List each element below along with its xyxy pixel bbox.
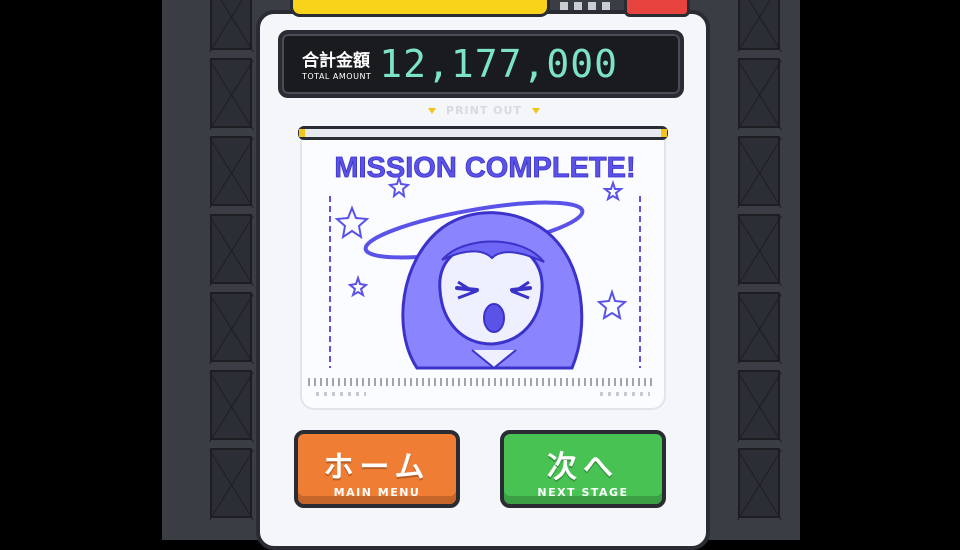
total-amount-value: 12,177,000 xyxy=(379,42,618,86)
star-icon xyxy=(334,205,370,240)
star-icon xyxy=(596,288,628,321)
main-menu-button-label-en: MAIN MENU xyxy=(333,486,421,499)
total-amount-label-jp: 合計金額 xyxy=(302,51,370,71)
printout-dots-right xyxy=(600,392,650,396)
total-amount-label-en: TOTAL AMOUNT xyxy=(302,72,372,81)
crate xyxy=(210,292,252,362)
crate xyxy=(738,136,780,206)
star-icon xyxy=(602,179,624,202)
crate xyxy=(210,370,252,440)
crate xyxy=(738,214,780,284)
top-red-tab xyxy=(624,0,690,17)
printer-roller xyxy=(298,126,668,140)
left-letterbox xyxy=(0,0,162,540)
star-icon xyxy=(347,274,369,298)
crate xyxy=(738,0,780,50)
crate xyxy=(738,370,780,440)
crate xyxy=(210,0,252,50)
next-stage-button-label-jp: 次へ xyxy=(547,450,619,485)
crate xyxy=(738,448,780,518)
crate xyxy=(738,292,780,362)
top-yellow-tab xyxy=(290,0,550,17)
crate-column-right xyxy=(736,0,782,526)
printout-dots-left xyxy=(316,392,366,396)
crate xyxy=(210,448,252,518)
right-letterbox xyxy=(800,0,960,540)
main-menu-button-label-jp: ホーム xyxy=(323,450,431,485)
roller-cap-left xyxy=(299,129,305,137)
crate-column-left xyxy=(208,0,254,526)
mission-complete-title: MISSION COMPLETE! xyxy=(334,152,635,184)
crate xyxy=(210,136,252,206)
next-stage-button-label-en: NEXT STAGE xyxy=(537,486,629,499)
print-out-label: PRINT OUT xyxy=(446,104,522,117)
next-stage-button[interactable]: 次へ NEXT STAGE xyxy=(500,430,666,508)
main-menu-button[interactable]: ホーム MAIN MENU xyxy=(294,430,460,508)
print-marker-right-icon xyxy=(532,108,540,114)
mission-complete-illustration: MISSION COMPLETE! xyxy=(329,152,641,370)
crate xyxy=(210,58,252,128)
crate xyxy=(738,58,780,128)
crate xyxy=(210,214,252,284)
total-amount-display: 合計金額 TOTAL AMOUNT 12,177,000 xyxy=(278,30,684,98)
character-girl xyxy=(401,211,584,370)
printout-tear-line xyxy=(308,378,656,386)
top-stripes xyxy=(560,2,616,10)
roller-cap-right xyxy=(661,129,667,137)
